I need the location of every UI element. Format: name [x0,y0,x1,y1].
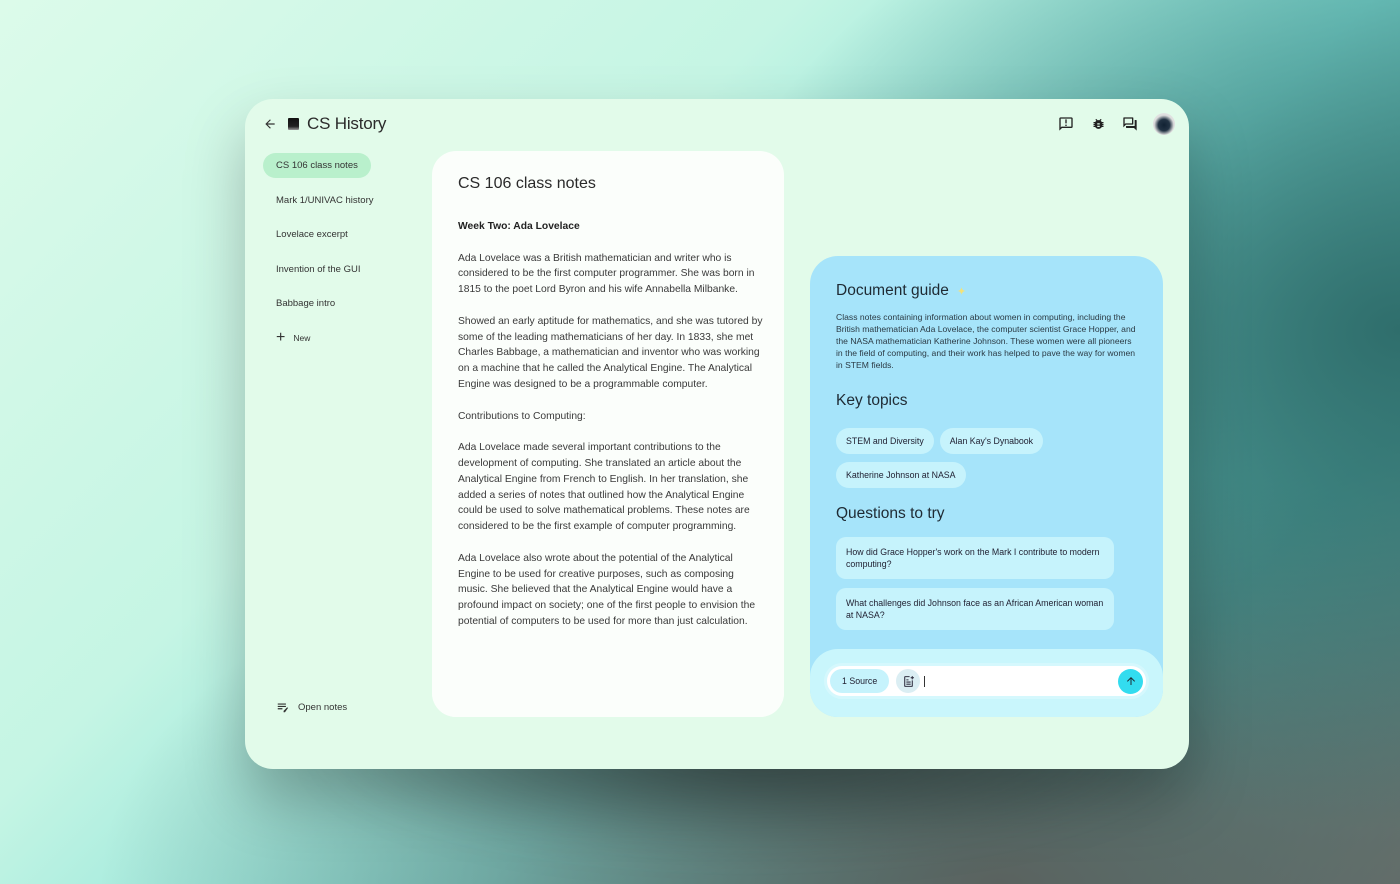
sparkle-icon: ✦ [956,285,967,298]
guide-title-text: Document guide [836,282,949,299]
sidebar-item-invention-of-the-gui[interactable]: Invention of the GUI [263,257,374,282]
new-note-button[interactable]: + New [263,326,433,350]
arrow-up-icon [1126,677,1135,685]
document-paragraph: Showed an early aptitude for mathematics… [458,315,763,390]
chat-button[interactable] [1121,115,1139,133]
source-list: CS 106 class notes Mark 1/UNIVAC history… [263,153,433,326]
feedback-button[interactable] [1057,115,1075,133]
suggested-question[interactable]: How did Grace Hopper's work on the Mark … [836,537,1114,579]
chat-input[interactable] [931,675,1118,687]
document-title: CS 106 class notes [458,175,596,192]
back-button[interactable] [260,114,280,134]
questions-heading: Questions to try [836,505,945,522]
top-bar: CS History [245,99,1189,151]
notes-edit-icon [277,703,289,713]
document-guide-panel: Document guide ✦ Class notes containing … [810,256,1163,717]
source-count-button[interactable]: 1 Source [830,669,890,693]
chat-icon [1123,117,1137,131]
composer-area: 1 Source [810,649,1163,717]
document-paragraph: Contributions to Computing: [458,410,586,422]
document-body: Week Two: Ada Lovelace Ada Lovelace was … [458,219,763,646]
arrow-left-icon [265,119,275,129]
note-add-icon [903,675,914,687]
document-viewer: CS 106 class notes Week Two: Ada Lovelac… [432,151,784,717]
document-paragraph: Ada Lovelace made several important cont… [458,442,750,533]
top-actions [1057,113,1175,135]
add-note-button[interactable] [896,669,921,693]
topic-chip-katherine-johnson-at-nasa[interactable]: Katherine Johnson at NASA [836,462,966,488]
key-topics-list: STEM and Diversity Alan Kay's Dynabook K… [836,428,1136,488]
sidebar: CS 106 class notes Mark 1/UNIVAC history… [263,153,433,350]
sidebar-item-cs-106-class-notes[interactable]: CS 106 class notes [263,153,371,178]
plus-icon: + [276,328,286,346]
app-window: CS History CS 106 class notes Mark 1/UNI… [245,99,1189,769]
key-topics-heading: Key topics [836,392,908,409]
topic-chip-alan-kays-dynabook[interactable]: Alan Kay's Dynabook [939,428,1044,454]
document-heading: Week Two: Ada Lovelace [458,221,580,232]
open-notes-label: Open notes [298,701,348,713]
text-caret [924,675,926,687]
document-paragraph: Ada Lovelace also wrote about the potent… [458,552,756,627]
sidebar-item-lovelace-excerpt[interactable]: Lovelace excerpt [263,222,361,247]
avatar[interactable] [1153,113,1175,135]
sidebar-item-mark-1-univac-history[interactable]: Mark 1/UNIVAC history [263,188,386,213]
bug-report-button[interactable] [1089,115,1107,133]
suggested-questions: How did Grace Hopper's work on the Mark … [836,537,1114,630]
bug-icon [1093,118,1103,129]
notebook-title: CS History [307,114,387,133]
feedback-icon [1059,117,1073,131]
notebook-icon [288,118,299,130]
sidebar-item-babbage-intro[interactable]: Babbage intro [263,291,348,316]
open-notes-button[interactable]: Open notes [276,700,347,714]
suggested-question[interactable]: What challenges did Johnson face as an A… [836,588,1114,630]
guide-summary: Class notes containing information about… [836,312,1136,370]
send-button[interactable] [1118,668,1143,694]
topic-chip-stem-and-diversity[interactable]: STEM and Diversity [836,428,934,454]
chat-composer: 1 Source [824,663,1149,699]
guide-title: Document guide ✦ [836,282,966,300]
document-paragraph: Ada Lovelace was a British mathematician… [458,252,755,296]
new-label: New [293,332,311,343]
